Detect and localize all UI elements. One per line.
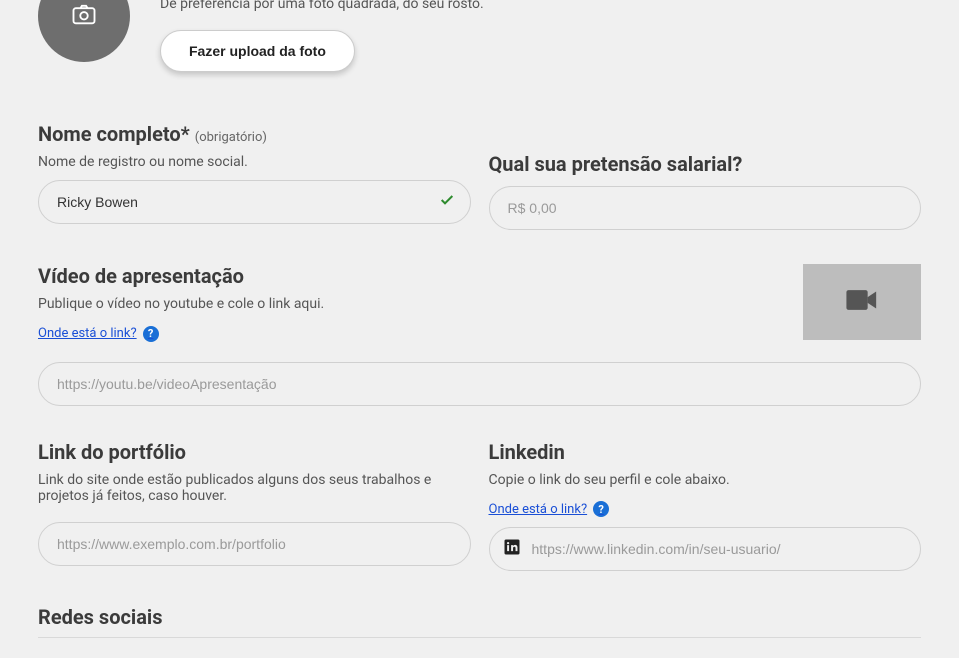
portfolio-subtext: Link do site onde estão publicados algun… <box>38 472 471 512</box>
check-icon <box>439 192 455 212</box>
linkedin-subtext: Copie o link do seu perfil e cole abaixo… <box>489 472 922 488</box>
linkedin-help-link[interactable]: Onde está o link? ? <box>489 501 610 517</box>
name-input-wrap <box>38 180 471 224</box>
name-title-text: Nome completo* <box>38 122 190 146</box>
help-icon: ? <box>593 501 609 517</box>
photo-section: Dê preferência por uma foto quadrada, do… <box>38 0 921 72</box>
portfolio-input-wrap <box>38 522 471 566</box>
video-camera-icon <box>845 287 879 317</box>
linkedin-title: Linkedin <box>489 440 922 464</box>
divider <box>38 637 921 638</box>
name-required-label: (obrigatório) <box>195 130 267 145</box>
portfolio-linkedin-row: Link do portfólio Link do site onde estã… <box>38 440 921 572</box>
camera-icon <box>70 0 98 32</box>
name-title: Nome completo* (obrigatório) <box>38 122 471 146</box>
upload-photo-button[interactable]: Fazer upload da foto <box>160 30 355 72</box>
salary-input[interactable] <box>489 186 922 230</box>
linkedin-icon <box>503 538 521 560</box>
portfolio-link-input[interactable] <box>38 522 471 566</box>
portfolio-column: Link do portfólio Link do site onde estã… <box>38 440 471 572</box>
video-input-wrap <box>38 362 921 406</box>
linkedin-input-wrap <box>489 527 922 571</box>
photo-hint: Dê preferência por uma foto quadrada, do… <box>160 0 921 12</box>
social-title: Redes sociais <box>38 605 921 629</box>
photo-right: Dê preferência por uma foto quadrada, do… <box>160 0 921 72</box>
full-name-input[interactable] <box>38 180 471 224</box>
video-section: Vídeo de apresentação Publique o vídeo n… <box>38 264 921 352</box>
salary-column: Qual sua pretensão salarial? <box>489 122 922 230</box>
portfolio-title: Link do portfólio <box>38 440 471 464</box>
linkedin-column: Linkedin Copie o link do seu perfil e co… <box>489 440 922 572</box>
video-subtext: Publique o vídeo no youtube e cole o lin… <box>38 296 783 312</box>
help-icon: ? <box>143 326 159 342</box>
avatar-placeholder[interactable] <box>38 0 130 62</box>
avatar-placeholder-wrap <box>38 0 130 62</box>
video-left: Vídeo de apresentação Publique o vídeo n… <box>38 264 783 352</box>
linkedin-link-input[interactable] <box>489 527 922 571</box>
name-salary-row: Nome completo* (obrigatório) Nome de reg… <box>38 122 921 230</box>
salary-title: Qual sua pretensão salarial? <box>489 152 922 176</box>
video-help-link[interactable]: Onde está o link? ? <box>38 326 159 342</box>
linkedin-help-label: Onde está o link? <box>489 502 588 517</box>
video-help-label: Onde está o link? <box>38 326 137 341</box>
name-column: Nome completo* (obrigatório) Nome de reg… <box>38 122 471 230</box>
salary-input-wrap <box>489 186 922 230</box>
name-subtext: Nome de registro ou nome social. <box>38 154 471 170</box>
video-thumbnail-placeholder <box>803 264 921 340</box>
video-link-input[interactable] <box>38 362 921 406</box>
video-title: Vídeo de apresentação <box>38 264 783 288</box>
